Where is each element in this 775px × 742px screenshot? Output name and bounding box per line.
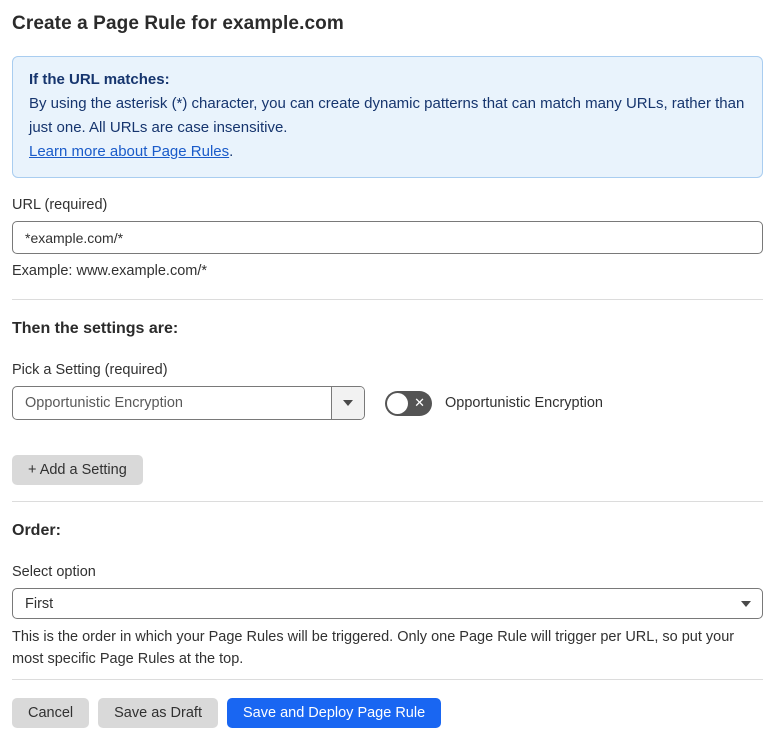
- footer-actions: Cancel Save as Draft Save and Deploy Pag…: [12, 698, 763, 728]
- order-select[interactable]: First: [12, 588, 763, 619]
- url-input[interactable]: [12, 221, 763, 254]
- order-select-value: First: [25, 595, 54, 612]
- setting-dropdown[interactable]: Opportunistic Encryption: [12, 386, 365, 420]
- url-example-helper: Example: www.example.com/*: [12, 263, 208, 279]
- cancel-button[interactable]: Cancel: [12, 698, 90, 728]
- link-suffix: .: [229, 143, 234, 160]
- chevron-down-icon: [343, 400, 353, 406]
- info-box-body: By using the asterisk (*) character, you…: [29, 95, 745, 136]
- info-box-link-line: Learn more about Page Rules.: [29, 140, 746, 164]
- section-divider: [12, 299, 763, 300]
- section-divider: [12, 501, 763, 502]
- order-helper-text: This is the order in which your Page Rul…: [12, 629, 735, 667]
- select-option-label: Select option: [12, 564, 96, 580]
- info-box-heading: If the URL matches:: [29, 71, 170, 88]
- order-heading: Order:: [12, 522, 61, 539]
- url-label: URL (required): [12, 197, 108, 213]
- toggle-off-x-icon: ✕: [414, 395, 425, 411]
- setting-dropdown-arrow-button[interactable]: [331, 387, 364, 419]
- toggle-label: Opportunistic Encryption: [445, 395, 603, 411]
- toggle-group: ✕ Opportunistic Encryption: [385, 390, 603, 416]
- settings-heading: Then the settings are:: [12, 320, 179, 337]
- toggle-knob: [387, 392, 408, 414]
- url-match-info-box: If the URL matches: By using the asteris…: [12, 56, 763, 178]
- save-and-deploy-button[interactable]: Save and Deploy Page Rule: [226, 698, 442, 728]
- create-page-rule-panel: Create a Page Rule for example.com If th…: [0, 0, 775, 742]
- setting-row: Opportunistic Encryption ✕ Opportunistic…: [12, 386, 763, 420]
- chevron-down-icon: [741, 600, 751, 607]
- add-setting-button[interactable]: + Add a Setting: [12, 455, 143, 485]
- save-as-draft-button[interactable]: Save as Draft: [98, 698, 218, 728]
- opportunistic-encryption-toggle[interactable]: ✕: [385, 390, 432, 416]
- footer-divider: [12, 679, 763, 680]
- pick-setting-label: Pick a Setting (required): [12, 362, 168, 378]
- page-title: Create a Page Rule for example.com: [12, 13, 344, 34]
- setting-dropdown-value: Opportunistic Encryption: [25, 395, 183, 411]
- learn-more-link[interactable]: Learn more about Page Rules: [29, 143, 229, 160]
